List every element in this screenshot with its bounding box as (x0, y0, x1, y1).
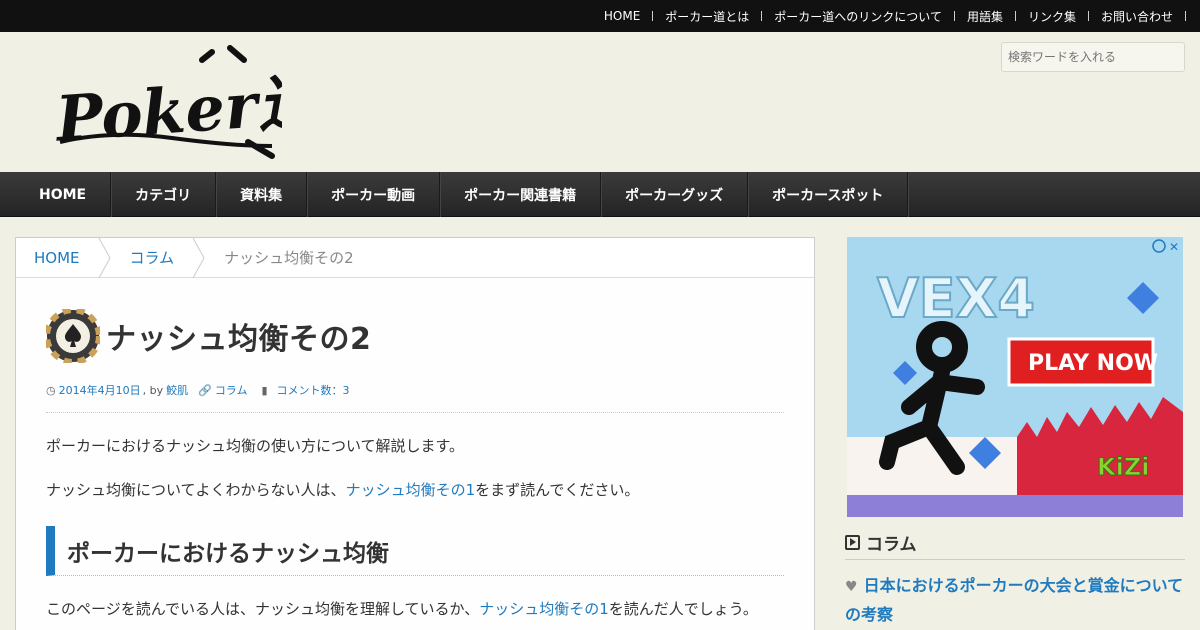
main-content: HOME コラム ナッシュ均衡その2 ナッシュ均衡その2 ◷ 2014年4月10… (15, 237, 815, 630)
breadcrumb-current: ナッシュ均衡その2 (224, 249, 354, 267)
ad-close-icon: ✕ (1169, 240, 1179, 254)
paragraph-section: このページを読んでいる人は、ナッシュ均衡を理解しているか、ナッシュ均衡その1を読… (46, 600, 784, 620)
nav-item-videos[interactable]: ポーカー動画 (307, 172, 441, 217)
main-nav: HOME カテゴリ 資料集 ポーカー動画 ポーカー関連書籍 ポーカーグッズ ポー… (0, 172, 1200, 217)
ad-cta-text: PLAY NOW (1028, 351, 1158, 376)
top-link-glossary[interactable]: 用語集 (955, 8, 1015, 25)
nav-item-home[interactable]: HOME (15, 172, 112, 217)
nav-item-category[interactable]: カテゴリ (111, 172, 217, 217)
play-icon (845, 535, 860, 550)
top-bar: HOME ポーカー道とは ポーカー道へのリンクについて 用語集 リンク集 お問い… (0, 0, 1200, 32)
sidebar-section-title: コラム (845, 526, 1185, 560)
article: ナッシュ均衡その2 ◷ 2014年4月10日 , by 鮫肌 🔗 コラム ▮ コ… (16, 278, 814, 620)
top-link-links[interactable]: リンク集 (1016, 8, 1088, 25)
top-link-linking[interactable]: ポーカー道へのリンクについて (762, 8, 954, 25)
breadcrumb-separator (98, 237, 112, 278)
breadcrumb-home[interactable]: HOME (16, 238, 98, 278)
nav-item-spots[interactable]: ポーカースポット (748, 172, 909, 217)
divider (1185, 11, 1186, 21)
breadcrumb-separator (192, 237, 206, 278)
game-ad-banner[interactable]: VEX4 PLAY NOW KiZi ✕ (847, 237, 1183, 517)
nav-item-books[interactable]: ポーカー関連書籍 (440, 172, 602, 217)
paragraph-intro: ポーカーにおけるナッシュ均衡の使い方について解説します。 (46, 437, 465, 455)
nav-item-goods[interactable]: ポーカーグッズ (601, 172, 749, 217)
nav-item-resources[interactable]: 資料集 (216, 172, 308, 217)
top-link-about[interactable]: ポーカー道とは (653, 8, 761, 25)
sidebar-title-text: コラム (866, 535, 917, 555)
heart-icon: ♥ (845, 579, 858, 595)
top-link-contact[interactable]: お問い合わせ (1089, 8, 1185, 25)
paragraph-read-first: ナッシュ均衡についてよくわからない人は、ナッシュ均衡その1をまず読んでください。 (46, 481, 784, 501)
comment-icon: ▮ (261, 383, 268, 397)
by-label: , by (142, 383, 164, 397)
nash-part1-link[interactable]: ナッシュ均衡その1 (346, 481, 476, 499)
site-logo[interactable]: Poker道 (52, 42, 282, 160)
post-author[interactable]: 鮫肌 (166, 382, 188, 398)
site-header: Poker道 (0, 32, 1200, 172)
clock-icon: ◷ (46, 383, 56, 397)
text: をまず読んでください。 (475, 480, 640, 499)
text: を読んだ人でしょう。 (608, 600, 758, 618)
search-input[interactable] (1001, 42, 1185, 72)
breadcrumb: HOME コラム ナッシュ均衡その2 (16, 237, 814, 278)
nash-part1-link[interactable]: ナッシュ均衡その1 (479, 600, 609, 618)
sidebar-post-link[interactable]: ♥ 日本におけるポーカーの大会と賞金についての考察 (845, 572, 1190, 629)
post-category[interactable]: コラム (215, 382, 248, 398)
link-icon: 🔗 (198, 383, 212, 397)
post-date[interactable]: 2014年4月10日 (59, 382, 141, 398)
post-title: ナッシュ均衡その2 (106, 322, 372, 357)
text: このページを読んでいる人は、ナッシュ均衡を理解しているか、 (46, 600, 480, 618)
poker-chip-icon (46, 309, 100, 363)
breadcrumb-category[interactable]: コラム (112, 238, 193, 278)
sidebar-post-title[interactable]: 日本におけるポーカーの大会と賞金についての考察 (845, 576, 1183, 624)
post-comments[interactable]: コメント数：3 (277, 382, 350, 398)
ad-brand-logo: KiZi (1097, 453, 1149, 481)
post-meta: ◷ 2014年4月10日 , by 鮫肌 🔗 コラム ▮ コメント数：3 (46, 382, 784, 413)
title-row: ナッシュ均衡その2 (46, 308, 784, 364)
text: ナッシュ均衡についてよくわからない人は、 (46, 480, 346, 499)
top-link-home[interactable]: HOME (592, 9, 652, 23)
section-heading: ポーカーにおけるナッシュ均衡 (46, 526, 784, 576)
ad-game-title: VEX4 (877, 267, 1035, 330)
top-links: HOME ポーカー道とは ポーカー道へのリンクについて 用語集 リンク集 お問い… (592, 0, 1186, 32)
